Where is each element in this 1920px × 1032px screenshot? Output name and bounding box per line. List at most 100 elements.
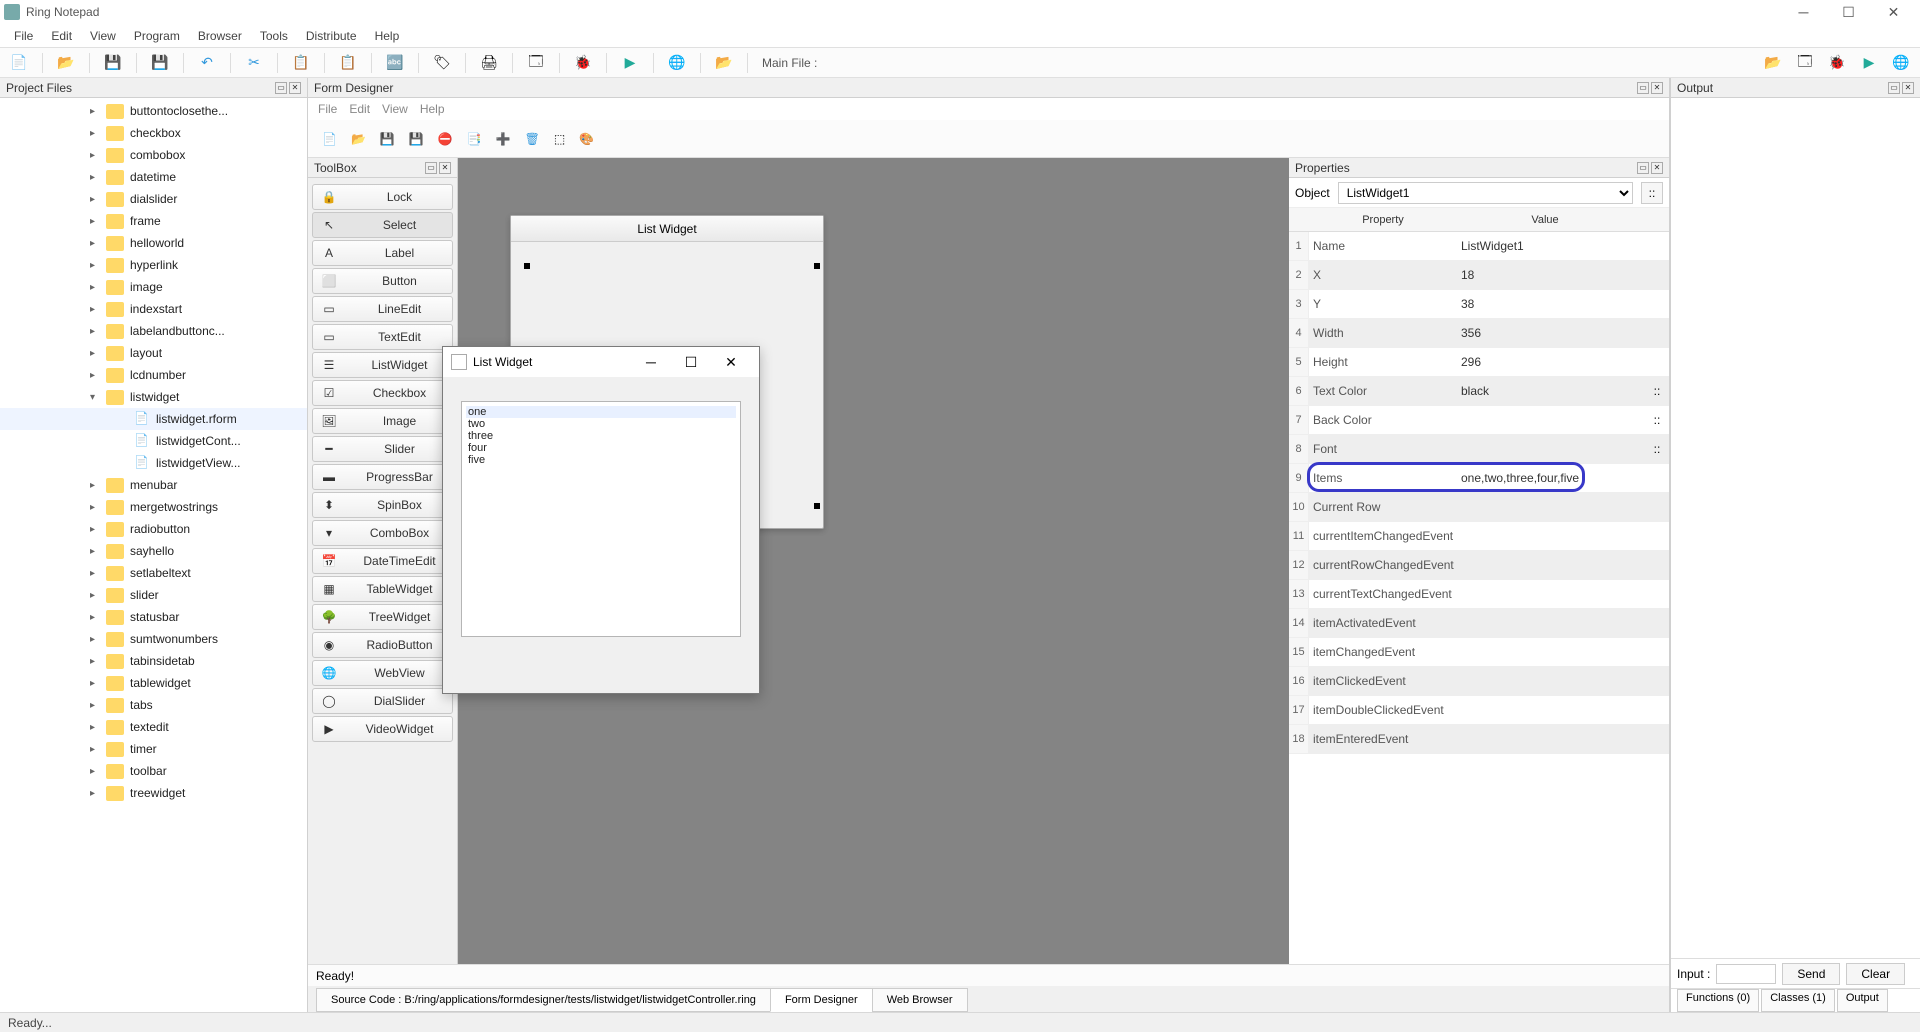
tree-item[interactable]: ▸hyperlink	[0, 254, 307, 276]
tree-item[interactable]: ▸lcdnumber	[0, 364, 307, 386]
property-row[interactable]: 9Itemsone,two,three,four,five	[1289, 464, 1669, 493]
fd-tab[interactable]: Form Designer	[770, 988, 873, 1012]
property-row[interactable]: 2X18	[1289, 261, 1669, 290]
tree-item[interactable]: ▸indexstart	[0, 298, 307, 320]
copy-icon[interactable]: 📋	[292, 54, 310, 72]
tree-item[interactable]: 📄listwidgetCont...	[0, 430, 307, 452]
menu-program[interactable]: Program	[126, 26, 188, 46]
tree-item[interactable]: ▸frame	[0, 210, 307, 232]
undo-icon[interactable]: ↶	[198, 54, 216, 72]
open-folder-icon[interactable]: 📂	[715, 54, 733, 72]
print-icon[interactable]: 🖨	[480, 54, 498, 72]
tree-item[interactable]: ▸image	[0, 276, 307, 298]
cut-icon[interactable]: ✂	[245, 54, 263, 72]
fd-menu-help[interactable]: Help	[420, 102, 445, 116]
popup-close-button[interactable]: ✕	[711, 354, 751, 371]
form-canvas[interactable]: List Widget List Widget ─ ☐	[458, 158, 1289, 964]
property-row[interactable]: 4Width356	[1289, 319, 1669, 348]
fd-menu-file[interactable]: File	[318, 102, 337, 116]
tree-item[interactable]: ▸radiobutton	[0, 518, 307, 540]
tree-item[interactable]: ▸mergetwostrings	[0, 496, 307, 518]
property-row[interactable]: 5Height296	[1289, 348, 1669, 377]
tool-select[interactable]: ↖Select	[312, 212, 453, 238]
tree-item[interactable]: ▾listwidget	[0, 386, 307, 408]
tree-item[interactable]: ▸setlabeltext	[0, 562, 307, 584]
list-item[interactable]: three	[466, 430, 736, 442]
property-row[interactable]: 10Current Row	[1289, 493, 1669, 522]
fd-stop-icon[interactable]: ⛔	[438, 132, 453, 146]
tool-videowidget[interactable]: ▶VideoWidget	[312, 716, 453, 742]
panel-close-icon[interactable]: ✕	[1651, 82, 1663, 94]
tool-textedit[interactable]: ▭TextEdit	[312, 324, 453, 350]
list-item[interactable]: five	[466, 454, 736, 466]
tool-checkbox[interactable]: ☑Checkbox	[312, 380, 453, 406]
tree-item[interactable]: ▸tablewidget	[0, 672, 307, 694]
popup-maximize-button[interactable]: ☐	[671, 354, 711, 371]
property-row[interactable]: 13currentTextChangedEvent	[1289, 580, 1669, 609]
wnd-icon[interactable]: 🗔	[1796, 54, 1814, 72]
fd-add-icon[interactable]: ➕	[496, 132, 511, 146]
fd-select-icon[interactable]: ⬚	[554, 132, 565, 146]
tree-item[interactable]: 📄listwidget.rform	[0, 408, 307, 430]
tree-item[interactable]: ▸textedit	[0, 716, 307, 738]
tool-tablewidget[interactable]: ▦TableWidget	[312, 576, 453, 602]
tool-listwidget[interactable]: ☰ListWidget	[312, 352, 453, 378]
tree-item[interactable]: ▸tabinsidetab	[0, 650, 307, 672]
property-row[interactable]: 16itemClickedEvent	[1289, 667, 1669, 696]
tree-item[interactable]: ▸slider	[0, 584, 307, 606]
property-row[interactable]: 3Y38	[1289, 290, 1669, 319]
globe2-icon[interactable]: 🌐	[1892, 54, 1910, 72]
tree-item[interactable]: ▸datetime	[0, 166, 307, 188]
tool-combobox[interactable]: ▾ComboBox	[312, 520, 453, 546]
tree-item[interactable]: 📄listwidgetView...	[0, 452, 307, 474]
popup-minimize-button[interactable]: ─	[631, 354, 671, 370]
save-all-icon[interactable]: 💾	[151, 54, 169, 72]
tree-item[interactable]: ▸layout	[0, 342, 307, 364]
fd-delete-icon[interactable]: 🗑	[525, 132, 540, 146]
object-select[interactable]: ListWidget1	[1338, 182, 1633, 204]
send-button[interactable]: Send	[1782, 963, 1840, 985]
toolbox-list[interactable]: 🔒Lock↖SelectALabel⬜Button▭LineEdit▭TextE…	[308, 178, 457, 964]
property-row[interactable]: 11currentItemChangedEvent	[1289, 522, 1669, 551]
menu-file[interactable]: File	[6, 26, 41, 46]
output-tab[interactable]: Functions (0)	[1677, 989, 1759, 1012]
property-row[interactable]: 18itemEnteredEvent	[1289, 725, 1669, 754]
property-row[interactable]: 12currentRowChangedEvent	[1289, 551, 1669, 580]
minimize-button[interactable]: ─	[1781, 0, 1826, 24]
list-item[interactable]: two	[466, 418, 736, 430]
output-tabs[interactable]: Functions (0)Classes (1)Output	[1671, 988, 1920, 1012]
panel-restore-icon[interactable]: ▭	[1637, 82, 1649, 94]
panel-restore-icon[interactable]: ▭	[275, 82, 287, 94]
debug2-icon[interactable]: 🐞	[1828, 54, 1846, 72]
open2-icon[interactable]: 📂	[1764, 54, 1782, 72]
paste-icon[interactable]: 📋	[339, 54, 357, 72]
tree-item[interactable]: ▸menubar	[0, 474, 307, 496]
tree-item[interactable]: ▸timer	[0, 738, 307, 760]
property-row[interactable]: 14itemActivatedEvent	[1289, 609, 1669, 638]
close-button[interactable]: ✕	[1871, 0, 1916, 24]
tree-item[interactable]: ▸labelandbuttonc...	[0, 320, 307, 342]
fd-open-icon[interactable]: 📂	[351, 132, 366, 146]
globe-icon[interactable]: 🌐	[668, 54, 686, 72]
run2-icon[interactable]: ▶	[1860, 54, 1878, 72]
menu-help[interactable]: Help	[367, 26, 408, 46]
fd-new-icon[interactable]: 📄	[322, 132, 337, 146]
fd-save-icon[interactable]: 💾	[380, 132, 395, 146]
font-icon[interactable]: 🔤	[386, 54, 404, 72]
tool-image[interactable]: 🖼Image	[312, 408, 453, 434]
tree-item[interactable]: ▸dialslider	[0, 188, 307, 210]
listwidget-listbox[interactable]: onetwothreefourfive	[461, 401, 741, 637]
tree-item[interactable]: ▸checkbox	[0, 122, 307, 144]
tool-lock[interactable]: 🔒Lock	[312, 184, 453, 210]
tree-item[interactable]: ▸sayhello	[0, 540, 307, 562]
tree-item[interactable]: ▸helloworld	[0, 232, 307, 254]
tool-webview[interactable]: 🌐WebView	[312, 660, 453, 686]
output-tab[interactable]: Output	[1837, 989, 1888, 1012]
menu-view[interactable]: View	[82, 26, 124, 46]
property-row[interactable]: 15itemChangedEvent	[1289, 638, 1669, 667]
tool-label[interactable]: ALabel	[312, 240, 453, 266]
run-icon[interactable]: ▶	[621, 54, 639, 72]
fd-tab[interactable]: Web Browser	[872, 988, 968, 1012]
property-row[interactable]: 17itemDoubleClickedEvent	[1289, 696, 1669, 725]
fd-copy-icon[interactable]: 📑	[467, 132, 482, 146]
